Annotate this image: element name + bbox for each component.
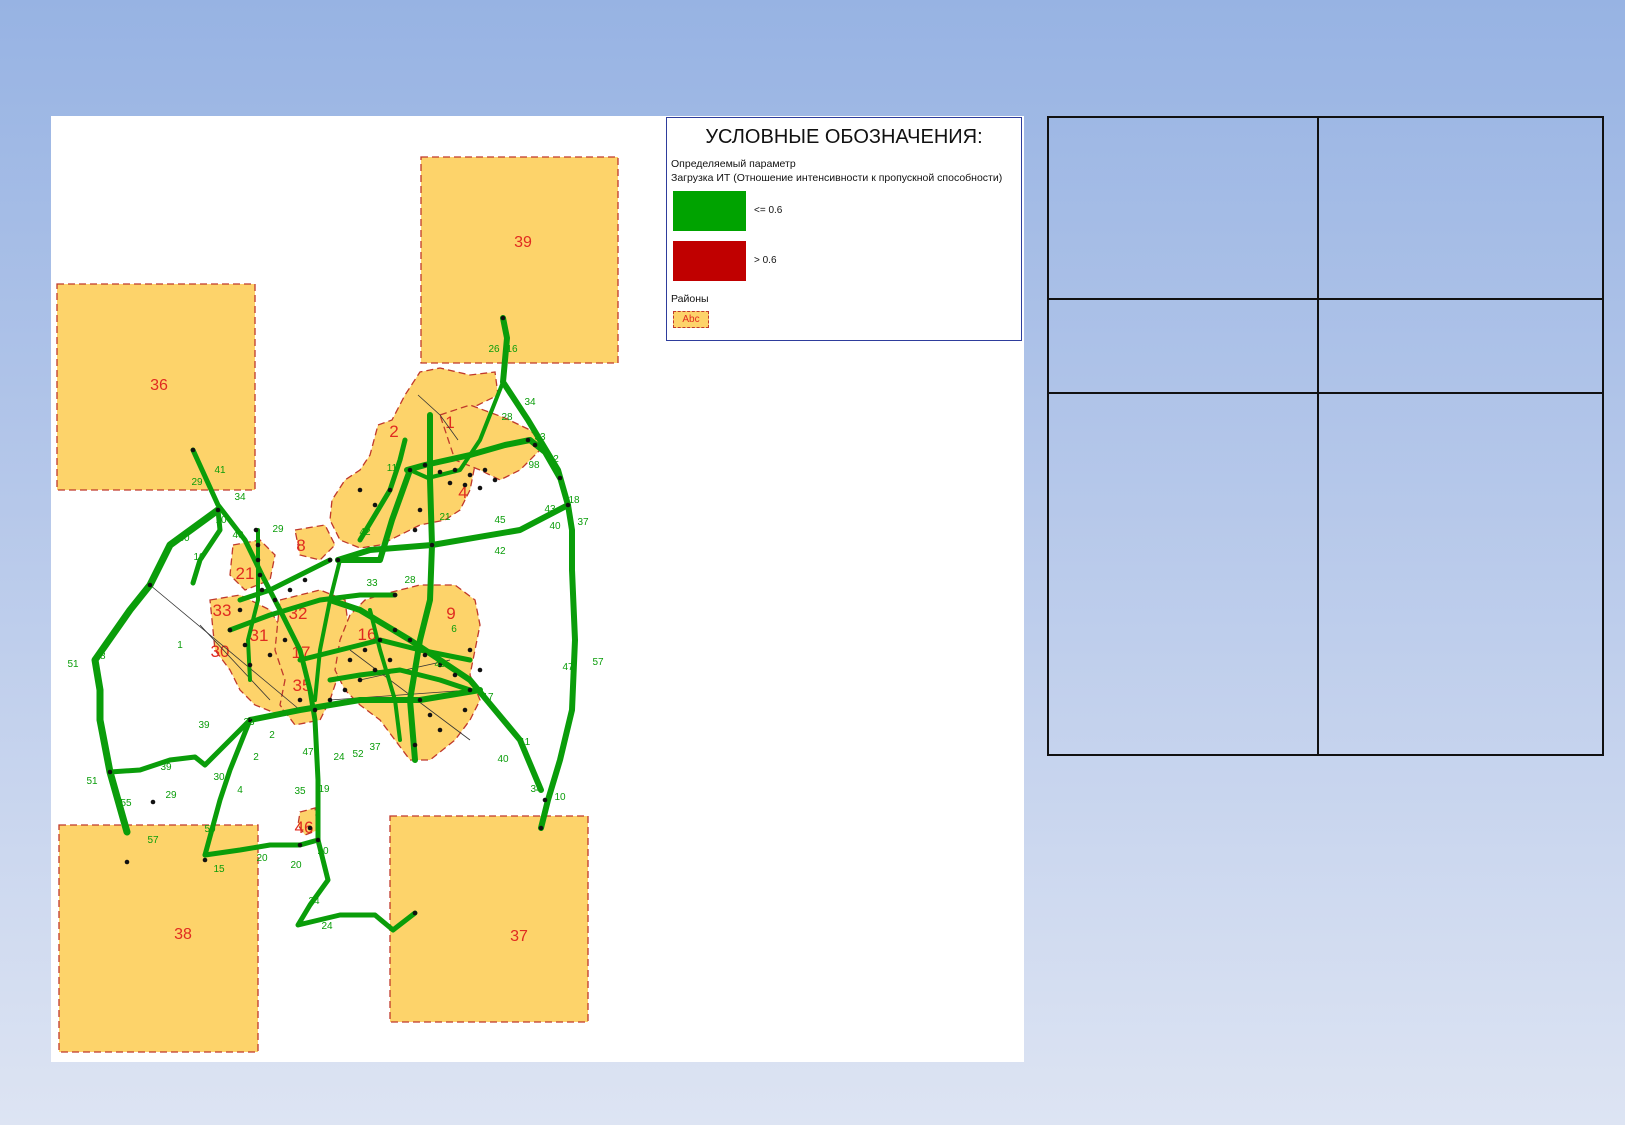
- legend-parameter-description: Загрузка ИТ (Отношение интенсивности к п…: [671, 172, 1003, 184]
- district-label: 8: [296, 536, 305, 555]
- legend-swatch-low-load: [673, 191, 746, 231]
- road-label: 19: [318, 784, 330, 795]
- road-label: 98: [528, 460, 540, 471]
- road-label: 20: [290, 860, 302, 871]
- legend-district-swatch: Abc: [673, 311, 709, 328]
- road-label: 10: [193, 552, 205, 563]
- road-label: 52: [352, 749, 364, 760]
- district-37: [389, 815, 589, 1023]
- road-label: 29: [191, 477, 203, 488]
- road-label: 10: [215, 515, 227, 526]
- table-cell: [1047, 392, 1319, 756]
- road-label: 47: [302, 747, 314, 758]
- table-cell: [1047, 298, 1319, 394]
- legend-range-high-load: > 0.6: [754, 255, 777, 266]
- table-cell: [1317, 116, 1604, 300]
- legend-districts-label: Районы: [671, 293, 709, 305]
- road-label: 29: [272, 524, 284, 535]
- road-label: 20: [317, 846, 329, 857]
- district-label: 36: [150, 377, 168, 394]
- road-label: 48: [94, 651, 106, 662]
- district-label: 9: [446, 604, 455, 623]
- district-label: 38: [174, 926, 192, 943]
- road-label: 47: [562, 662, 574, 673]
- table-row: [1047, 392, 1604, 756]
- road-label: 40: [549, 521, 561, 532]
- table-row: [1047, 298, 1604, 394]
- legend-swatch-high-load: [673, 241, 746, 281]
- road-label: 29: [165, 790, 177, 801]
- road-label: 20: [256, 853, 268, 864]
- road-label: 37: [577, 517, 589, 528]
- road-label: 11: [387, 463, 398, 474]
- road-label: 28: [501, 412, 513, 423]
- road-label: 40: [232, 530, 244, 541]
- road-label: 57: [147, 835, 159, 846]
- road-label: 28: [404, 575, 416, 586]
- road-label: 2: [253, 752, 259, 763]
- road-label: 51: [67, 659, 79, 670]
- road-label: 34: [234, 492, 246, 503]
- road-label: 6: [451, 624, 457, 635]
- district-label: 30: [211, 642, 230, 661]
- road-label: 39: [160, 762, 172, 773]
- district-39: [420, 156, 619, 364]
- road-label: 26: [488, 344, 500, 355]
- road-label: 40: [497, 754, 509, 765]
- road-label: 18: [568, 495, 580, 506]
- road-label: 37: [369, 742, 381, 753]
- road-label: 57: [592, 657, 604, 668]
- map-legend: УСЛОВНЫЕ ОБОЗНАЧЕНИЯ: Определяемый парам…: [666, 117, 1022, 341]
- road-east-ring: [500, 315, 578, 831]
- road-label: 39: [198, 720, 210, 731]
- road-label: 17: [482, 692, 494, 703]
- road-label: 34: [530, 784, 542, 795]
- road-label: 43: [544, 504, 556, 515]
- road-label: 30: [178, 533, 190, 544]
- district-label: 39: [514, 234, 532, 251]
- road-label: 33: [534, 432, 546, 443]
- road-label: 50: [204, 824, 216, 835]
- table-row: [1047, 116, 1604, 300]
- legend-title: УСЛОВНЫЕ ОБОЗНАЧЕНИЯ:: [705, 126, 983, 148]
- road-label: 55: [120, 798, 132, 809]
- road-label: 51: [86, 776, 98, 787]
- road-label: 34: [524, 397, 536, 408]
- road-label: 45: [434, 659, 446, 670]
- road-label: 34: [308, 896, 320, 907]
- road-label: 10: [554, 792, 566, 803]
- road-label: 15: [213, 864, 225, 875]
- road-label: 30: [213, 772, 225, 783]
- road-label: 2: [553, 454, 559, 465]
- district-label: 2: [389, 422, 398, 441]
- road-label: 21: [439, 512, 451, 523]
- legend-parameter-label: Определяемый параметр: [671, 158, 796, 170]
- district-label: 33: [213, 601, 232, 620]
- district-label: 21: [236, 564, 255, 583]
- district-label: 37: [510, 928, 528, 945]
- legend-range-low-load: <= 0.6: [754, 205, 783, 216]
- road-label: 24: [333, 752, 345, 763]
- table-cell: [1317, 298, 1604, 394]
- road-label: 1: [177, 640, 183, 651]
- road-label: 33: [366, 578, 378, 589]
- info-table: [1047, 116, 1604, 756]
- road-south-west: [107, 717, 253, 775]
- table-cell: [1047, 116, 1319, 300]
- road-label: 45: [494, 515, 506, 526]
- road-label: 42: [359, 527, 371, 538]
- table-cell: [1317, 392, 1604, 756]
- road-label: 2: [269, 730, 275, 741]
- road-label: 4: [237, 785, 243, 796]
- road-label: 35: [294, 786, 306, 797]
- road-label: 24: [321, 921, 333, 932]
- road-label: 11: [520, 737, 531, 748]
- road-label: 23: [243, 717, 255, 728]
- road-label: 41: [214, 465, 226, 476]
- road-label: 42: [494, 546, 506, 557]
- road-label: 16: [506, 344, 518, 355]
- district-38: [58, 824, 259, 1053]
